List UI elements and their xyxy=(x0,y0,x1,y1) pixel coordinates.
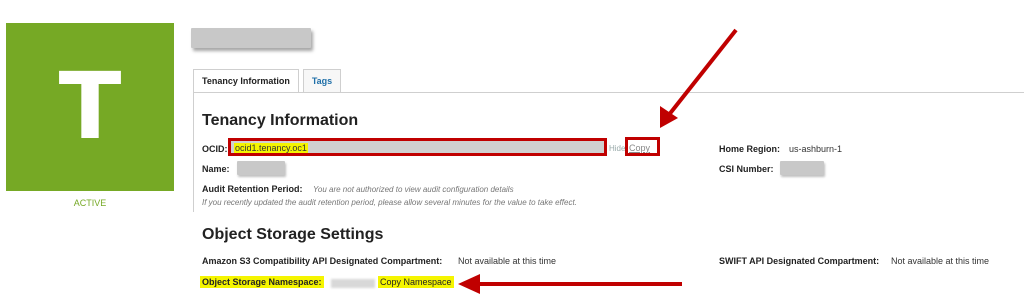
annotation-arrows xyxy=(458,28,738,294)
arrow-to-copy-icon xyxy=(660,28,738,128)
arrow-to-namespace-icon xyxy=(458,274,682,294)
